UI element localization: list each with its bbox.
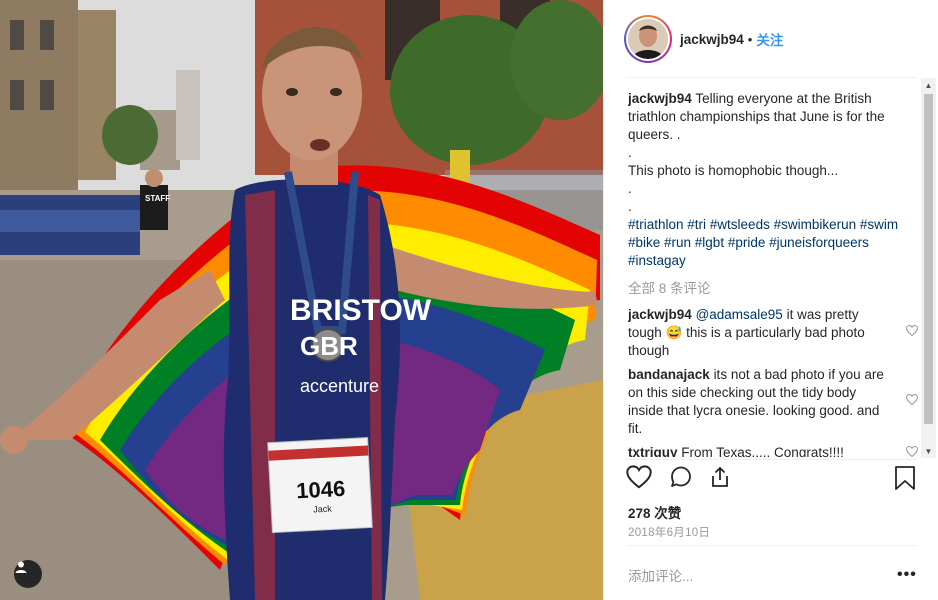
avatar[interactable] <box>624 15 672 63</box>
comment-username[interactable]: jackwjb94 <box>628 307 692 322</box>
caption-username[interactable]: jackwjb94 <box>628 91 692 106</box>
heart-icon[interactable] <box>626 465 652 494</box>
bookmark-icon[interactable] <box>894 465 916 496</box>
race-bib: 1046 Jack <box>267 437 373 534</box>
post-header: jackwjb94 • 关注 <box>604 0 938 78</box>
post-date: 2018年6月10日 <box>628 527 711 539</box>
scroll-thumb[interactable] <box>924 94 933 424</box>
comment-username[interactable]: bandanajack <box>628 367 710 382</box>
caption-line: . <box>628 181 632 196</box>
caption-line: . <box>628 145 632 160</box>
post-actions <box>624 465 924 495</box>
header-separator: • <box>747 31 753 47</box>
add-comment-divider <box>626 545 916 546</box>
caption-line: This photo is homophobic though... <box>628 163 839 178</box>
follow-button[interactable]: 关注 <box>756 29 783 49</box>
scroll-up-icon[interactable]: ▲ <box>921 78 936 92</box>
actions-divider <box>626 459 916 460</box>
comment-item: txtriguy From Texas..... Congrats!!!! <box>628 444 920 457</box>
post-photo[interactable]: BRISTOW GBR accenture STAFF 1046 Jack <box>0 0 603 600</box>
staff-sign-text: STAFF <box>145 194 170 203</box>
bib-name-text: Jack <box>313 504 333 515</box>
comment-item: bandanajack its not a bad photo if you a… <box>628 366 920 438</box>
scroll-down-icon[interactable]: ▼ <box>921 444 936 458</box>
comment-emoji: 😅 <box>665 325 683 340</box>
caption-line: . <box>628 199 632 214</box>
view-all-comments-link[interactable]: 全部 8 条评论 <box>628 280 920 298</box>
heart-outline-icon[interactable] <box>905 444 919 457</box>
caption-hashtags[interactable]: #triathlon #tri #wtsleeds #swimbikerun #… <box>628 216 920 270</box>
heart-outline-icon[interactable] <box>905 392 919 410</box>
comments-list[interactable]: jackwjb94 Telling everyone at the Britis… <box>628 90 920 457</box>
photo-scene: BRISTOW GBR accenture STAFF 1046 Jack <box>0 0 603 600</box>
comment-username[interactable]: txtriguy <box>628 445 678 457</box>
comment-text: this is a particularly bad photo though <box>628 325 865 358</box>
comment-icon[interactable] <box>668 465 694 494</box>
jersey-country-text: GBR <box>300 331 358 361</box>
like-count[interactable]: 278 次赞 <box>628 502 681 522</box>
comment-mention[interactable]: @adamsale95 <box>696 307 783 322</box>
comments-scrollbar[interactable]: ▲ ▼ <box>921 78 936 458</box>
jersey-name-text: BRISTOW <box>290 294 432 327</box>
share-icon[interactable] <box>708 465 732 494</box>
add-comment-input[interactable]: 添加评论... <box>628 565 878 585</box>
jersey-sponsor-text: accenture <box>300 376 379 396</box>
post-sidebar: jackwjb94 • 关注 jackwjb94 Telling everyon… <box>603 0 938 600</box>
more-options-icon[interactable]: ••• <box>897 566 917 584</box>
bib-number-text: 1046 <box>296 476 346 504</box>
comment-text: From Texas..... Congrats!!!! <box>681 445 844 457</box>
heart-outline-icon[interactable] <box>905 323 919 341</box>
header-divider <box>626 77 916 78</box>
header-username[interactable]: jackwjb94 <box>680 32 744 47</box>
user-tag-icon[interactable] <box>14 560 42 588</box>
caption: jackwjb94 Telling everyone at the Britis… <box>628 90 920 270</box>
comment-item: jackwjb94 @adamsale95 it was pretty toug… <box>628 306 920 360</box>
